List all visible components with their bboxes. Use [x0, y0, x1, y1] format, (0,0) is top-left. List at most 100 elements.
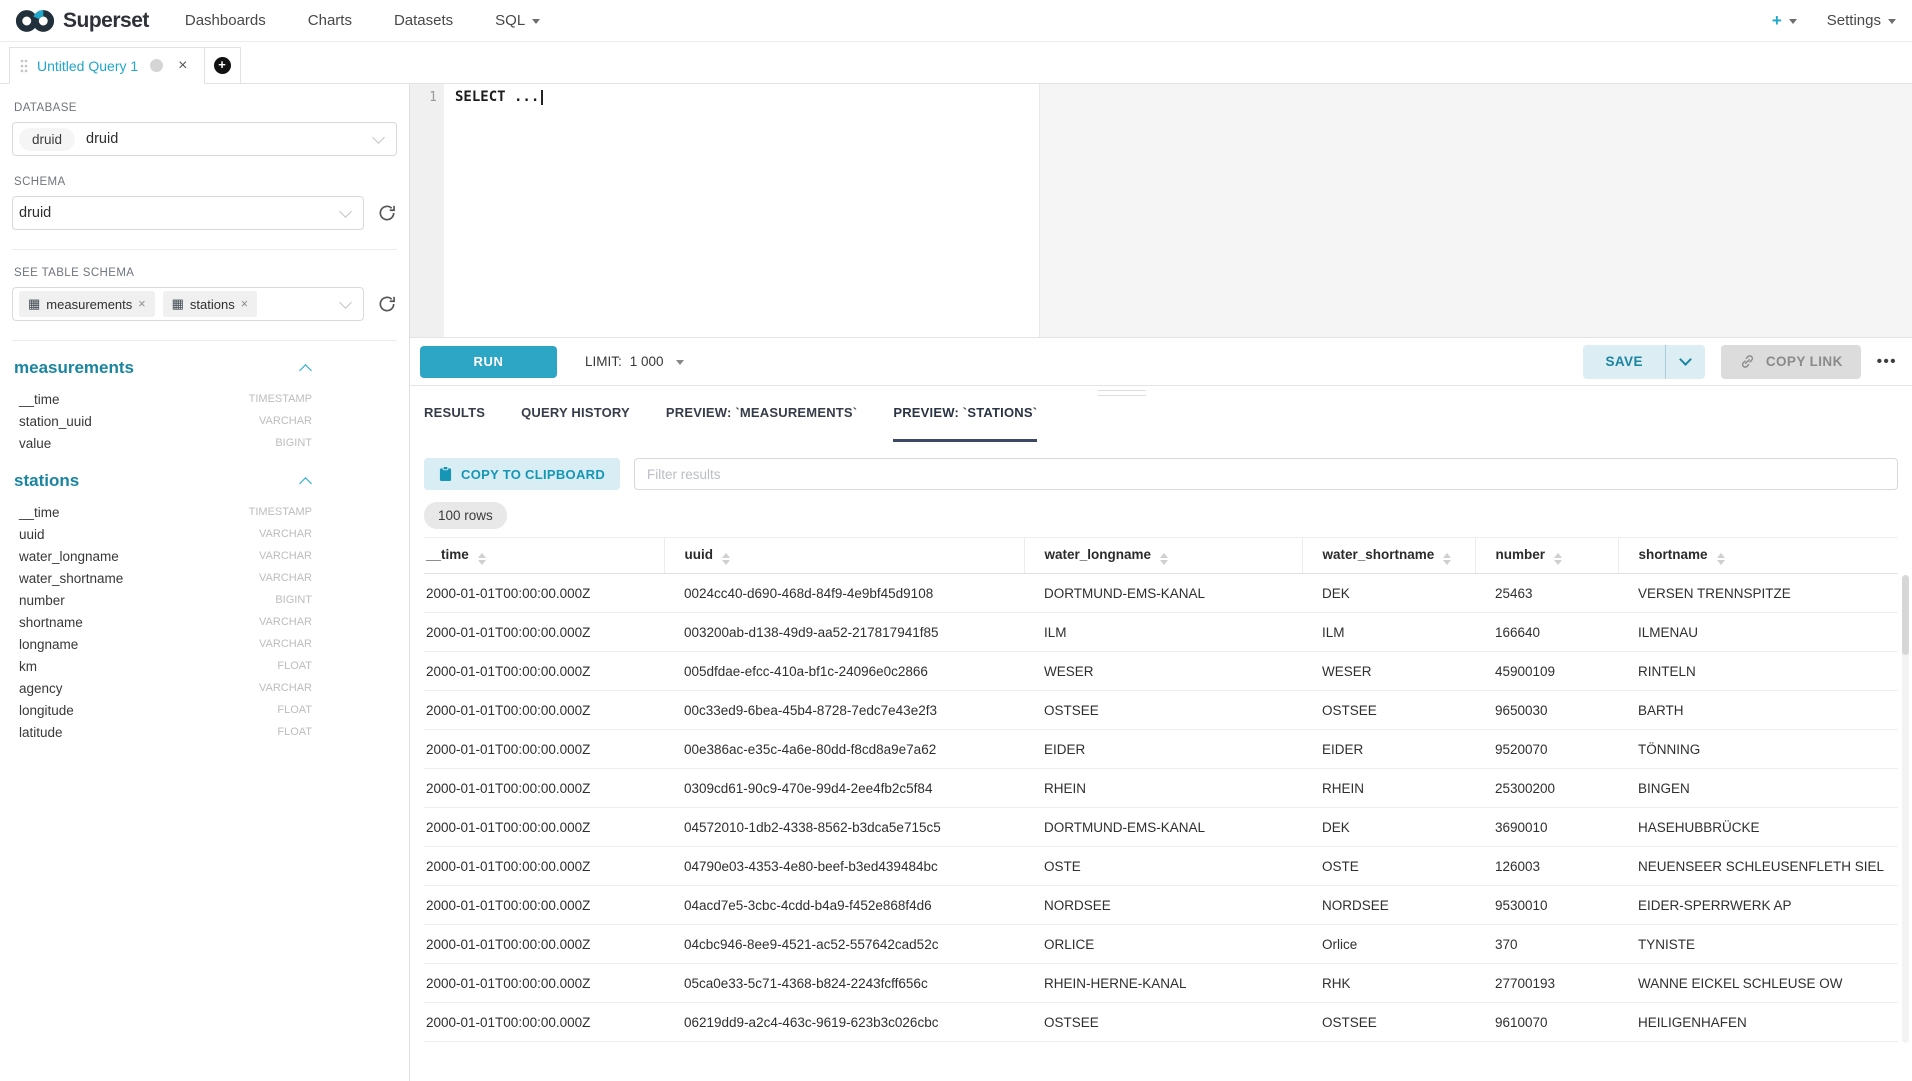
save-split-button: SAVE: [1583, 345, 1704, 379]
database-select[interactable]: druid druid: [12, 122, 397, 156]
cell-time: 2000-01-01T00:00:00.000Z: [424, 730, 664, 769]
drag-dots-icon: [20, 59, 28, 73]
cell-water-shortname: DEK: [1302, 808, 1475, 847]
refresh-tables-icon[interactable]: [377, 294, 397, 314]
tab-preview-measurements[interactable]: PREVIEW: `MEASUREMENTS`: [666, 386, 857, 442]
column-header[interactable]: number: [1475, 538, 1618, 574]
cell-number: 370: [1475, 925, 1618, 964]
results-scrollbar[interactable]: [1902, 575, 1909, 1043]
brand-wordmark[interactable]: Superset: [63, 9, 149, 33]
database-label: DATABASE: [14, 102, 397, 114]
cell-water-longname: OSTE: [1024, 847, 1302, 886]
scrollbar-thumb[interactable]: [1902, 575, 1909, 655]
cell-time: 2000-01-01T00:00:00.000Z: [424, 808, 664, 847]
cell-water-shortname: RHEIN: [1302, 769, 1475, 808]
column-name: shortname: [19, 615, 83, 630]
cell-shortname: EIDER-SPERRWERK AP: [1618, 886, 1898, 925]
chevron-down-icon: [1679, 353, 1692, 366]
text-cursor: [541, 90, 543, 105]
tab-untitled-query[interactable]: Untitled Query 1 ×: [9, 47, 205, 84]
chevron-down-icon: [339, 296, 352, 309]
cell-number: 9650030: [1475, 691, 1618, 730]
sort-icon[interactable]: [1717, 553, 1725, 565]
save-button[interactable]: SAVE: [1583, 345, 1664, 379]
schema-select[interactable]: druid: [12, 196, 364, 230]
editor-code-area[interactable]: SELECT ...: [444, 84, 1912, 337]
column-header[interactable]: uuid: [664, 538, 1024, 574]
cell-number: 9530010: [1475, 886, 1618, 925]
cell-water-shortname: OSTSEE: [1302, 1003, 1475, 1042]
editor-gutter: 1: [410, 84, 444, 337]
column-name: number: [19, 593, 65, 608]
link-icon: [1739, 353, 1756, 370]
query-tabstrip: Untitled Query 1 × +: [0, 42, 1912, 84]
sqllab-sidebar: DATABASE druid druid SCHEMA druid SEE TA…: [0, 84, 410, 1081]
close-tab-icon[interactable]: ×: [178, 58, 187, 74]
cell-number: 9610070: [1475, 1003, 1618, 1042]
stations-header[interactable]: stations: [14, 471, 310, 491]
tab-query-history[interactable]: QUERY HISTORY: [521, 386, 630, 442]
table-row: 2000-01-01T00:00:00.000Z 04790e03-4353-4…: [424, 847, 1898, 886]
tab-preview-stations[interactable]: PREVIEW: `STATIONS`: [893, 386, 1037, 442]
cell-shortname: TYNISTE: [1618, 925, 1898, 964]
stations-columns: __time TIMESTAMP uuid VARCHAR water_long…: [12, 501, 312, 743]
nav-item-datasets[interactable]: Datasets: [394, 12, 453, 29]
sort-icon[interactable]: [1554, 553, 1562, 565]
column-header[interactable]: shortname: [1618, 538, 1898, 574]
limit-label: LIMIT:: [585, 354, 622, 369]
new-item-button[interactable]: +: [1772, 11, 1797, 31]
table-row: 2000-01-01T00:00:00.000Z 04cbc946-8ee9-4…: [424, 925, 1898, 964]
remove-tag-icon[interactable]: ×: [138, 298, 145, 311]
cell-water-longname: RHEIN: [1024, 769, 1302, 808]
superset-logo-icon[interactable]: [14, 7, 56, 35]
chevron-down-icon: [1888, 19, 1896, 24]
refresh-schemas-icon[interactable]: [377, 203, 397, 223]
limit-dropdown[interactable]: LIMIT: 1 000: [585, 354, 684, 369]
results-tabs: RESULTS QUERY HISTORY PREVIEW: `MEASUREM…: [424, 386, 1898, 442]
sort-icon[interactable]: [1443, 553, 1451, 565]
cell-number: 166640: [1475, 613, 1618, 652]
cell-water-longname: EIDER: [1024, 730, 1302, 769]
copy-to-clipboard-button[interactable]: COPY TO CLIPBOARD: [424, 458, 620, 490]
cell-time: 2000-01-01T00:00:00.000Z: [424, 613, 664, 652]
sql-text: SELECT ...: [455, 89, 539, 105]
run-button[interactable]: RUN: [420, 346, 557, 378]
remove-tag-icon[interactable]: ×: [241, 298, 248, 311]
column-type: VARCHAR: [259, 638, 312, 650]
pane-resize-handle[interactable]: [1098, 390, 1146, 396]
schema-column-row: __time TIMESTAMP: [12, 388, 312, 410]
nav-item-sql[interactable]: SQL: [495, 12, 540, 29]
save-options-button[interactable]: [1665, 345, 1705, 379]
cell-uuid: 003200ab-d138-49d9-aa52-217817941f85: [664, 613, 1024, 652]
filter-results-input[interactable]: [634, 458, 1898, 490]
collapse-icon[interactable]: [299, 364, 312, 377]
cell-uuid: 06219dd9-a2c4-463c-9619-623b3c026cbc: [664, 1003, 1024, 1042]
add-tab-button[interactable]: +: [205, 47, 241, 84]
cell-water-shortname: ILM: [1302, 613, 1475, 652]
cell-water-shortname: OSTSEE: [1302, 691, 1475, 730]
table-select[interactable]: ▦ measurements × ▦ stations ×: [12, 287, 364, 321]
sort-icon[interactable]: [478, 553, 486, 565]
more-options-button[interactable]: •••: [1877, 353, 1897, 370]
nav-item-charts[interactable]: Charts: [308, 12, 352, 29]
column-header[interactable]: water_longname: [1024, 538, 1302, 574]
schema-column-row: km FLOAT: [12, 655, 312, 677]
column-name: latitude: [19, 725, 63, 740]
table-name: measurements: [14, 358, 134, 378]
table-tag-stations: ▦ stations ×: [163, 291, 257, 317]
column-header[interactable]: water_shortname: [1302, 538, 1475, 574]
sort-icon[interactable]: [1160, 553, 1168, 565]
sort-icon[interactable]: [722, 553, 730, 565]
sql-editor[interactable]: 1 SELECT ...: [410, 84, 1912, 338]
schema-column-row: water_shortname VARCHAR: [12, 567, 312, 589]
table-row: 2000-01-01T00:00:00.000Z 005dfdae-efcc-4…: [424, 652, 1898, 691]
table-row: 2000-01-01T00:00:00.000Z 0309cd61-90c9-4…: [424, 769, 1898, 808]
nav-item-dashboards[interactable]: Dashboards: [185, 12, 266, 29]
measurements-header[interactable]: measurements: [14, 358, 310, 378]
column-header[interactable]: __time: [424, 538, 664, 574]
tab-results[interactable]: RESULTS: [424, 386, 485, 442]
copy-link-button[interactable]: COPY LINK: [1721, 345, 1861, 379]
collapse-icon[interactable]: [299, 477, 312, 490]
schema-column-row: uuid VARCHAR: [12, 523, 312, 545]
settings-menu[interactable]: Settings: [1827, 12, 1896, 29]
